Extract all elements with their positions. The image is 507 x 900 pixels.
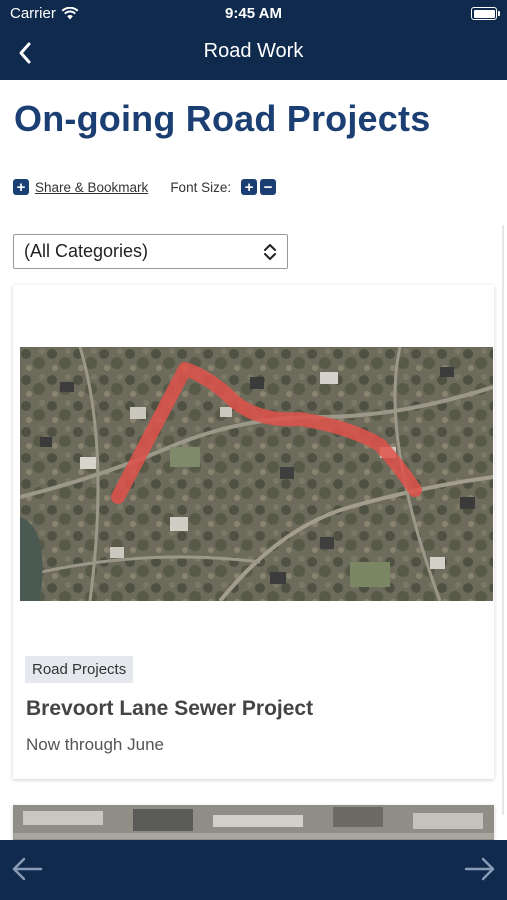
- browser-forward-button[interactable]: [463, 854, 497, 889]
- category-tag[interactable]: Road Projects: [25, 656, 134, 683]
- page-tools: + Share & Bookmark Font Size: + −: [13, 179, 277, 195]
- top-bar: Carrier 9:45 AM Road Work: [0, 0, 507, 80]
- nav-bar: Road Work: [0, 28, 507, 80]
- share-bookmark-link[interactable]: Share & Bookmark: [35, 180, 148, 195]
- font-size-label: Font Size:: [170, 179, 232, 195]
- bottom-toolbar: [0, 840, 507, 900]
- arrow-right-icon: [464, 857, 495, 881]
- project-dates: Now through June: [26, 735, 164, 754]
- project-title[interactable]: Brevoort Lane Sewer Project: [26, 697, 313, 721]
- aerial-map-image-next: [13, 805, 494, 840]
- font-decrease-button[interactable]: −: [260, 179, 277, 195]
- nav-title: Road Work: [203, 40, 304, 62]
- project-card[interactable]: Road Projects Brevoort Lane Sewer Projec…: [13, 285, 494, 779]
- category-select-value: (All Categories): [24, 241, 149, 261]
- battery-icon: [471, 7, 500, 20]
- main-content[interactable]: On-going Road Projects + Share & Bookmar…: [0, 80, 507, 840]
- category-select[interactable]: (All Categories): [13, 234, 288, 269]
- status-time: 9:45 AM: [225, 5, 282, 22]
- project-card-next[interactable]: [13, 805, 494, 840]
- page-title: On-going Road Projects: [14, 98, 431, 139]
- aerial-map-image: [20, 347, 493, 601]
- browser-back-button[interactable]: [10, 854, 44, 889]
- font-increase-button[interactable]: +: [241, 179, 258, 195]
- arrow-left-icon: [12, 857, 43, 881]
- chevron-up-down-icon: [264, 244, 276, 260]
- scrollbar[interactable]: [502, 225, 504, 815]
- status-bar: Carrier 9:45 AM: [0, 0, 507, 28]
- share-bookmark-plus-icon[interactable]: +: [13, 179, 29, 195]
